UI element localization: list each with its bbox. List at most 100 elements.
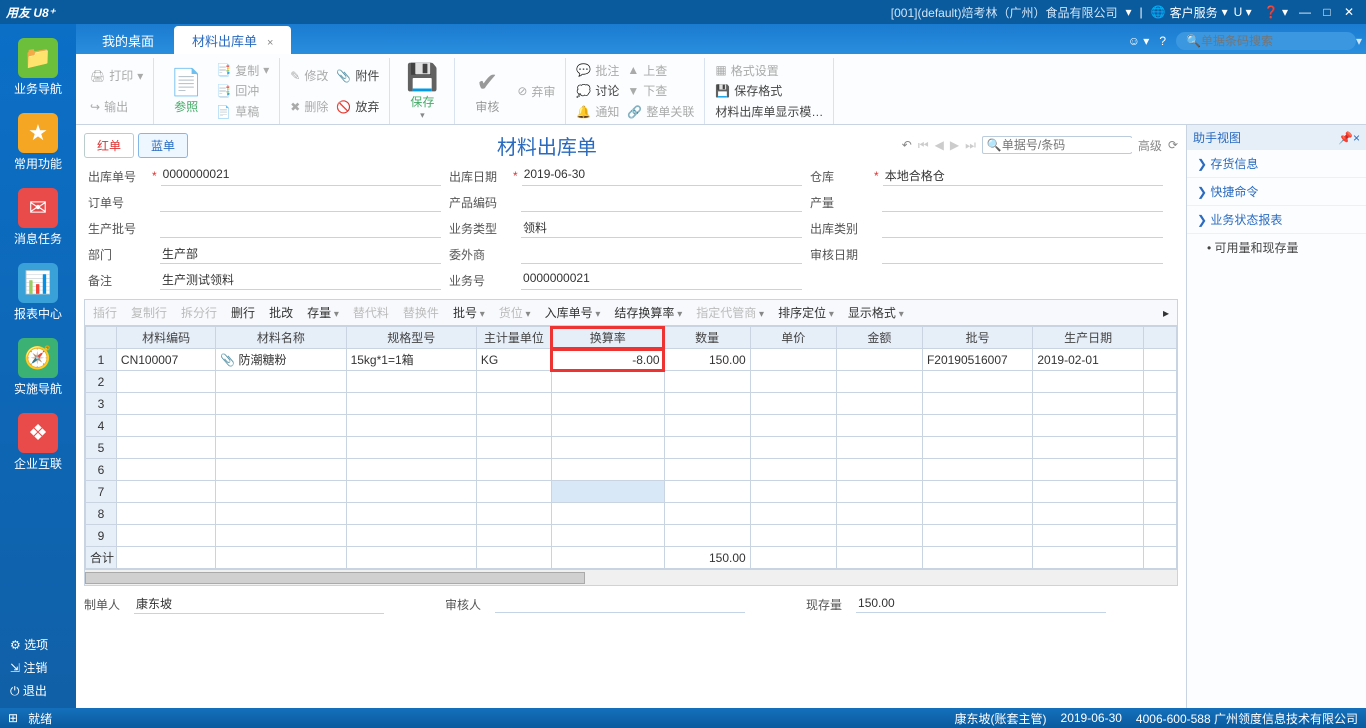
repp-button[interactable]: 替换件 (403, 304, 439, 321)
advanced-link[interactable]: 高级 (1138, 137, 1162, 154)
close-icon[interactable]: × (1353, 131, 1360, 145)
cprow-button[interactable]: 复制行 (131, 304, 167, 321)
h-scrollbar[interactable] (84, 570, 1178, 586)
nav-enterprise[interactable]: ❖企业互联 (14, 413, 62, 472)
notify-button[interactable]: 🔔 通知 (574, 102, 621, 122)
delrow-button[interactable]: 删行 (231, 304, 255, 321)
conv-button[interactable]: 结存换算率 (614, 304, 682, 321)
next-icon[interactable]: ▶ (950, 138, 959, 152)
undo-icon[interactable]: ↶ (902, 138, 912, 152)
table-row[interactable]: 2 (86, 371, 1177, 393)
col-matcode[interactable]: 材料编码 (116, 327, 215, 349)
down-button[interactable]: ▼ 下查 (625, 81, 696, 101)
nav-messages[interactable]: ✉消息任务 (14, 188, 62, 247)
flush-button[interactable]: 📑 回冲 (214, 81, 271, 101)
dropdown-icon[interactable]: ▾ (1222, 5, 1228, 19)
auditdate-field[interactable] (882, 244, 1163, 264)
close-button[interactable]: ✕ (1338, 5, 1360, 19)
copy-button[interactable]: 📑 复制 ▾ (214, 60, 271, 80)
discuss-button[interactable]: 💭 讨论 (574, 81, 621, 101)
table-row[interactable]: 5 (86, 437, 1177, 459)
repl-button[interactable]: 替代料 (353, 304, 389, 321)
col-batch[interactable]: 批号 (922, 327, 1032, 349)
order-field[interactable] (160, 192, 441, 212)
table-row[interactable]: 8 (86, 503, 1177, 525)
remark-field[interactable]: 生产测试领料 (160, 270, 441, 290)
table-row[interactable]: 6 (86, 459, 1177, 481)
abandon-button[interactable]: ⊘ 弃审 (515, 81, 557, 101)
dropdown-icon[interactable]: ▾ (1356, 34, 1362, 48)
out-no-field[interactable]: 0000000021 (161, 166, 441, 186)
reference-button[interactable]: 📄参照 (162, 60, 210, 122)
col-spec[interactable]: 规格型号 (346, 327, 476, 349)
dept-field[interactable]: 生产部 (160, 244, 441, 264)
col-amt[interactable]: 金额 (836, 327, 922, 349)
last-icon[interactable]: ⏭ (965, 138, 976, 153)
batchno-button[interactable]: 批号 (453, 304, 485, 321)
col-price[interactable]: 单价 (750, 327, 836, 349)
biztype-field[interactable]: 领料 (521, 218, 802, 238)
table-row[interactable]: 4 (86, 415, 1177, 437)
save-button[interactable]: 💾保存▾ (398, 60, 446, 122)
table-row[interactable]: 1CN100007📎 防潮糖粉15kg*1=1箱KG-8.00150.00F20… (86, 349, 1177, 371)
col-unit[interactable]: 主计量单位 (476, 327, 551, 349)
out-date-field[interactable]: 2019-06-30 (522, 166, 802, 186)
warehouse-field[interactable]: 本地合格仓 (883, 166, 1163, 186)
table-row[interactable]: 7 (86, 481, 1177, 503)
stock-button[interactable]: 存量 (307, 304, 339, 321)
nav-options[interactable]: ⚙ 选项 (0, 633, 76, 656)
format-button[interactable]: ▦ 格式设置 (713, 60, 825, 80)
table-row[interactable]: 9 (86, 525, 1177, 547)
nav-implement[interactable]: 🧭实施导航 (14, 338, 62, 397)
dropdown-icon[interactable]: ▾ (1126, 5, 1132, 19)
outsource-field[interactable] (521, 244, 802, 264)
loc-button[interactable]: 货位 (499, 304, 531, 321)
output-field[interactable] (882, 192, 1163, 212)
batchmod-button[interactable]: 批改 (269, 304, 293, 321)
barcode-search-input[interactable] (1201, 34, 1356, 48)
help-sub-availability[interactable]: • 可用量和现存量 (1187, 234, 1366, 261)
audit-button[interactable]: ✔审核 (463, 60, 511, 122)
help-shortcut[interactable]: ❯ 快捷命令 (1187, 178, 1366, 206)
splitrow-button[interactable]: 拆分行 (181, 304, 217, 321)
giveup-button[interactable]: 🚫 放弃 (334, 97, 381, 117)
grid-more-icon[interactable]: ▸ (1163, 306, 1169, 320)
expand-icon[interactable]: ⊞ (8, 711, 18, 725)
batchnote-button[interactable]: 💬 批注 (574, 60, 621, 80)
sort-button[interactable]: 排序定位 (778, 304, 834, 321)
refresh-icon[interactable]: ⟳ (1168, 138, 1178, 152)
pin-icon[interactable]: 📌 (1338, 131, 1353, 145)
prev-icon[interactable]: ◀ (935, 138, 944, 152)
whole-button[interactable]: 🔗 整单关联 (625, 102, 696, 122)
customer-service-link[interactable]: 客户服务 (1170, 4, 1218, 21)
product-field[interactable] (521, 192, 802, 212)
keeper-button[interactable]: 指定代管商 (696, 304, 764, 321)
doc-search-input[interactable] (1002, 138, 1157, 152)
help-icon[interactable]: ? (1159, 34, 1166, 48)
minimize-button[interactable]: — (1294, 5, 1316, 19)
print-button[interactable]: 🖨 打印 ▾ (88, 66, 145, 86)
modify-button[interactable]: ✎ 修改 (288, 66, 330, 86)
dispmode-button[interactable]: 材料出库单显示模… (713, 102, 825, 122)
bizno-field[interactable]: 0000000021 (521, 270, 802, 290)
nav-reports[interactable]: 📊报表中心 (14, 263, 62, 322)
help-inventory[interactable]: ❯ 存货信息 (1187, 150, 1366, 178)
table-row[interactable]: 3 (86, 393, 1177, 415)
output-button[interactable]: ↪ 输出 (88, 97, 145, 117)
red-tab[interactable]: 红单 (84, 133, 134, 158)
draft-button[interactable]: 📄 草稿 (214, 102, 271, 122)
maximize-button[interactable]: □ (1316, 5, 1338, 19)
tab-material-out[interactable]: 材料出库单× (174, 26, 291, 54)
col-rate[interactable]: 换算率 (551, 327, 664, 349)
prodbatch-field[interactable] (160, 218, 441, 238)
saveformat-button[interactable]: 💾 保存格式 (713, 81, 825, 101)
col-matname[interactable]: 材料名称 (216, 327, 346, 349)
col-qty[interactable]: 数量 (664, 327, 750, 349)
insrow-button[interactable]: 插行 (93, 304, 117, 321)
tab-desktop[interactable]: 我的桌面 (84, 26, 172, 54)
help-reports[interactable]: ❯ 业务状态报表 (1187, 206, 1366, 234)
col-pdate[interactable]: 生产日期 (1033, 327, 1143, 349)
blue-tab[interactable]: 蓝单 (138, 133, 188, 158)
smile-icon[interactable]: ☺ ▾ (1128, 34, 1150, 48)
inno-button[interactable]: 入库单号 (545, 304, 601, 321)
